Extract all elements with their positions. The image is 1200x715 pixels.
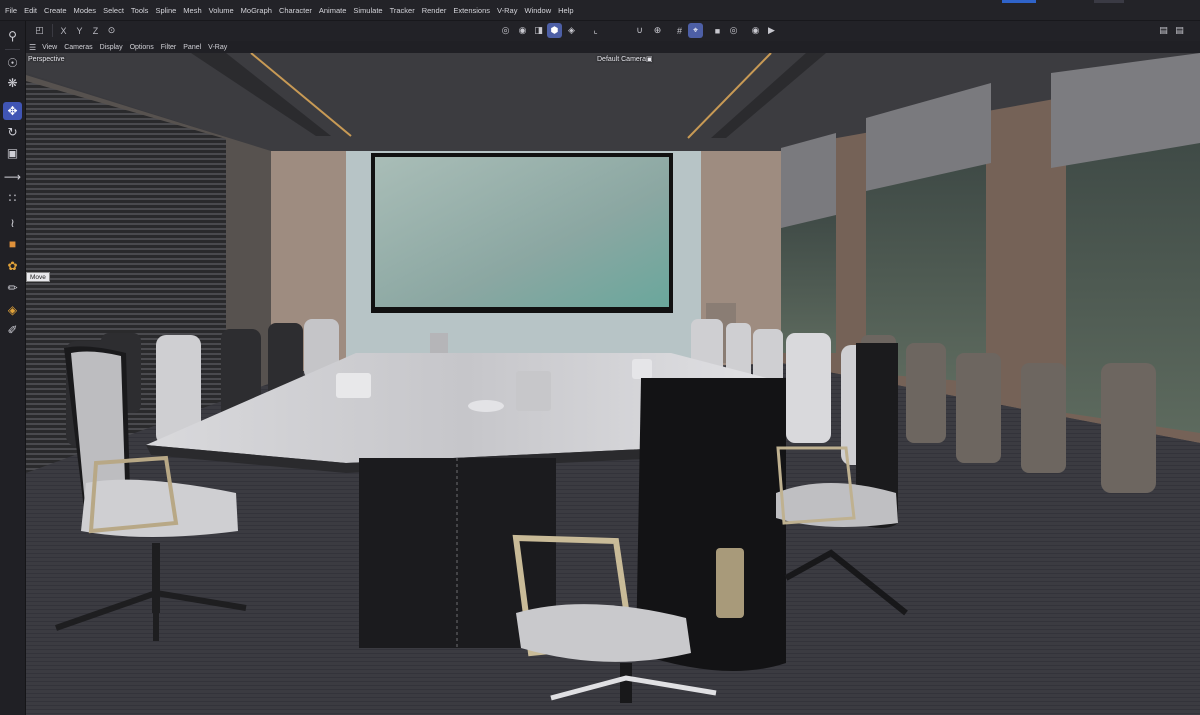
rotate-icon[interactable]: ↻: [3, 123, 22, 141]
knife-icon[interactable]: ◈: [3, 301, 22, 319]
tool-palette: ⚲ ☉ ❋ ✥ ↻ ▣ ⟶ ∷ ≀ ■ ✿ ✏ ◈ ✐: [0, 21, 26, 715]
viewport-menu-vray[interactable]: V-Ray: [208, 44, 227, 51]
camera-icon[interactable]: ▣: [646, 55, 653, 63]
menu-tracker[interactable]: Tracker: [390, 6, 415, 15]
render-view-icon[interactable]: ◎: [726, 23, 741, 38]
render-queue-icon[interactable]: ▤: [1172, 23, 1187, 38]
move-tool-tooltip: Move: [26, 272, 50, 282]
menu-animate[interactable]: Animate: [319, 6, 347, 15]
render-region-icon[interactable]: ■: [710, 23, 725, 38]
viewport-menu-options[interactable]: Options: [130, 44, 154, 51]
menu-window[interactable]: Window: [524, 6, 551, 15]
move-icon[interactable]: ✥: [3, 102, 22, 120]
menu-spline[interactable]: Spline: [155, 6, 176, 15]
layout-tab-indicator: [1094, 0, 1124, 3]
axis-y-button[interactable]: Y: [72, 23, 87, 38]
snap-icon[interactable]: ◎: [498, 23, 513, 38]
viewport-menu-cameras[interactable]: Cameras: [64, 44, 92, 51]
viewport-render: [26, 53, 1200, 715]
spline-pen-icon[interactable]: ≀: [3, 214, 22, 232]
coordinate-system-icon[interactable]: ⊙: [104, 23, 119, 38]
undo-icon[interactable]: ◰: [32, 23, 47, 38]
model-mode-icon[interactable]: ◨: [531, 23, 546, 38]
viewport-menu-filter[interactable]: Filter: [161, 44, 177, 51]
brush-icon[interactable]: ✏: [3, 279, 22, 297]
axis-z-button[interactable]: Z: [88, 23, 103, 38]
viewport-camera-label[interactable]: Default Camera: [597, 56, 646, 63]
magnet-icon[interactable]: ∪: [632, 23, 647, 38]
axis-x-button[interactable]: X: [56, 23, 71, 38]
snap-settings-icon[interactable]: ⌖: [688, 23, 703, 38]
menu-simulate[interactable]: Simulate: [353, 6, 382, 15]
menu-create[interactable]: Create: [44, 6, 67, 15]
transform-icon[interactable]: ⟶: [3, 168, 22, 186]
grid-snap-icon[interactable]: #: [672, 23, 687, 38]
scale-icon[interactable]: ▣: [3, 144, 22, 162]
viewport-menu-display[interactable]: Display: [100, 44, 123, 51]
3d-viewport[interactable]: Perspective Default Camera ▣ Move: [26, 53, 1200, 715]
menu-mograph[interactable]: MoGraph: [241, 6, 272, 15]
menu-select[interactable]: Select: [103, 6, 124, 15]
shapes-icon[interactable]: ■: [3, 235, 22, 253]
viewport-menubar: ☰ View Cameras Display Options Filter Pa…: [26, 41, 1200, 53]
viewport-projection-label[interactable]: Perspective: [28, 56, 65, 63]
menu-edit[interactable]: Edit: [24, 6, 37, 15]
solo-icon[interactable]: ⊕: [650, 23, 665, 38]
layout-tab-indicator: [1002, 0, 1036, 3]
materials-icon[interactable]: ✿: [3, 257, 22, 275]
menu-tools[interactable]: Tools: [131, 6, 149, 15]
menu-render[interactable]: Render: [422, 6, 447, 15]
menu-modes[interactable]: Modes: [74, 6, 97, 15]
edge-mode-icon[interactable]: ◈: [564, 23, 579, 38]
workplane-icon[interactable]: ⌞: [588, 23, 603, 38]
polygon-mode-icon[interactable]: ⬢: [547, 23, 562, 38]
points-icon[interactable]: ∷: [3, 189, 22, 207]
menu-help[interactable]: Help: [558, 6, 573, 15]
select-tool-icon[interactable]: ☉: [3, 54, 22, 72]
viewport-menu-icon[interactable]: ☰: [29, 43, 36, 52]
menu-vray[interactable]: V-Ray: [497, 6, 517, 15]
clapper-icon[interactable]: ▤: [1156, 23, 1171, 38]
viewport-menu-panel[interactable]: Panel: [183, 44, 201, 51]
interactive-render-icon[interactable]: ◉: [748, 23, 763, 38]
viewport-menu-view[interactable]: View: [42, 44, 57, 51]
menu-mesh[interactable]: Mesh: [183, 6, 201, 15]
menu-character[interactable]: Character: [279, 6, 312, 15]
toolbar-divider: [52, 24, 53, 37]
menu-volume[interactable]: Volume: [209, 6, 234, 15]
menu-extensions[interactable]: Extensions: [453, 6, 490, 15]
settings-tool-icon[interactable]: ❋: [3, 74, 22, 92]
command-toolbar: ◰ X Y Z ⊙ ◎ ◉ ◨ ⬢ ◈ ⌞ ∪ ⊕ # ⌖ ■ ◎ ◉ ▶ ▤ …: [26, 21, 1200, 41]
render-settings-icon[interactable]: ▶: [764, 23, 779, 38]
search-icon[interactable]: ⚲: [3, 27, 22, 45]
object-mode-icon[interactable]: ◉: [515, 23, 530, 38]
main-menubar: File Edit Create Modes Select Tools Spli…: [0, 0, 1200, 21]
menu-file[interactable]: File: [5, 6, 17, 15]
paint-icon[interactable]: ✐: [3, 321, 22, 339]
palette-divider: [5, 49, 20, 50]
